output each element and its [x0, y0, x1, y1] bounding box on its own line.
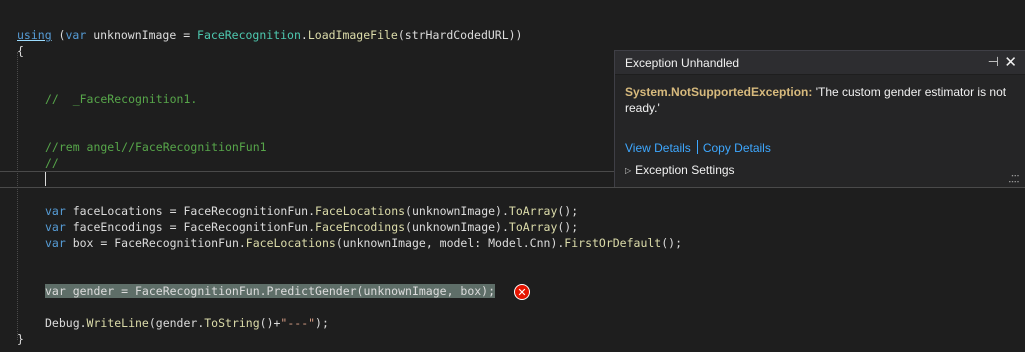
exception-type: System.NotSupportedException: [625, 85, 813, 99]
code-text: faceLocations = FaceRecognitionFun. [65, 204, 316, 218]
code-text: (); [661, 236, 683, 250]
code-text: ( [51, 28, 66, 42]
exception-settings-label: Exception Settings [635, 163, 735, 177]
code-line-9[interactable]: var gender = FaceRecognitionFun.PredictG… [45, 283, 496, 299]
code-text: ); [315, 316, 329, 330]
comment: //rem angel//FaceRecognitionFun1 [45, 140, 267, 154]
string-literal: "---" [280, 316, 316, 330]
method-name: LoadImageFile [307, 28, 398, 42]
code-text: box = FaceRecognitionFun. [65, 236, 246, 250]
popup-links: View Details Copy Details [625, 140, 771, 155]
code-text: faceEncodings = FaceRecognitionFun. [65, 220, 316, 234]
brace: { [17, 44, 24, 58]
view-details-link[interactable]: View Details [625, 141, 691, 155]
comment: // [45, 156, 59, 170]
code-line-11[interactable]: } [17, 331, 24, 347]
code-text: (unknownImage). [405, 204, 509, 218]
code-text: Debug. [45, 316, 87, 330]
method-name: FaceLocations [245, 236, 336, 250]
code-text: (unknownImage). [405, 220, 509, 234]
code-line-5[interactable]: // [45, 155, 59, 171]
method-name: ToArray [508, 204, 558, 218]
code-line-4[interactable]: //rem angel//FaceRecognitionFun1 [45, 139, 267, 155]
method-name: ToArray [508, 220, 558, 234]
method-name: FaceLocations [315, 204, 406, 218]
keyword: var [65, 28, 87, 42]
exception-message: System.NotSupportedException: 'The custo… [625, 84, 1010, 116]
code-text: ()+ [259, 316, 281, 330]
code-text: . [300, 28, 308, 42]
code-line-10[interactable]: Debug.WriteLine(gender.ToString()+"---")… [45, 315, 329, 331]
code-line-3[interactable]: // _FaceRecognition1. [45, 91, 197, 107]
code-text: (); [557, 220, 579, 234]
indent-guide [17, 52, 19, 340]
expand-triangle-icon: ▷ [625, 166, 632, 175]
exception-popup: Exception Unhandled ⊣ ✕ System.NotSuppor… [614, 50, 1025, 187]
type-name: FaceRecognition [197, 28, 301, 42]
popup-title: Exception Unhandled [625, 56, 740, 70]
keyword: var [45, 220, 66, 234]
exception-settings-expander[interactable]: ▷ Exception Settings [625, 163, 735, 177]
code-text: (gender. [148, 316, 205, 330]
method-name: FirstOrDefault [564, 236, 662, 250]
method-name: ToString [204, 316, 260, 330]
code-text: (strHardCodedURL)) [397, 28, 523, 42]
copy-details-link[interactable]: Copy Details [703, 141, 771, 155]
code-text: (); [557, 204, 579, 218]
keyword: var [45, 236, 66, 250]
current-statement-highlight: var gender = FaceRecognitionFun.PredictG… [45, 284, 496, 298]
method-name: FaceEncodings [315, 220, 406, 234]
text-caret [45, 172, 46, 186]
method-name: WriteLine [86, 316, 149, 330]
code-text: unknownImage = [86, 28, 198, 42]
code-line-1[interactable]: using (var unknownImage = FaceRecognitio… [17, 27, 522, 43]
code-line-7[interactable]: var faceEncodings = FaceRecognitionFun.F… [45, 219, 578, 235]
code-text: (unknownImage, model: Model.Cnn). [335, 236, 565, 250]
pin-icon[interactable]: ⊣ [988, 54, 999, 70]
link-separator [696, 140, 698, 154]
code-line-8[interactable]: var box = FaceRecognitionFun.FaceLocatio… [45, 235, 682, 251]
code-line-2[interactable]: { [17, 43, 24, 59]
resize-grip-icon[interactable]: ⠠⠤ ⠤⠤ [1008, 170, 1020, 185]
comment: // _FaceRecognition1. [45, 92, 198, 106]
code-line-6[interactable]: var faceLocations = FaceRecognitionFun.F… [45, 203, 578, 219]
close-icon[interactable]: ✕ [1004, 53, 1017, 71]
error-icon[interactable]: ✕ [514, 284, 530, 300]
popup-header: Exception Unhandled ⊣ ✕ [615, 51, 1025, 75]
keyword: using [17, 28, 52, 42]
keyword: var [45, 204, 66, 218]
brace: } [17, 332, 24, 346]
